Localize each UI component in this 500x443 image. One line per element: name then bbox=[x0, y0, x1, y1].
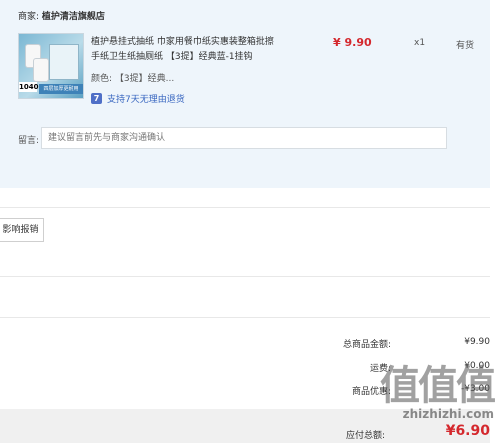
payable-amount: ¥6.90 bbox=[445, 423, 490, 439]
thumb-badge: 1040 bbox=[19, 82, 39, 92]
total-goods-label: 总商品金额: bbox=[342, 340, 391, 350]
tissue-roll-image bbox=[33, 58, 49, 82]
product-price: ¥ 9.90 bbox=[333, 36, 372, 49]
thumb-caption: 四层加厚更耐用 bbox=[39, 84, 83, 94]
site-watermark: 值值值 zhizhizhi.com bbox=[380, 363, 496, 421]
divider bbox=[0, 207, 490, 208]
return-policy-text: 支持7天无理由退货 bbox=[107, 95, 185, 105]
product-thumbnail[interactable]: 1040 四层加厚更耐用 bbox=[18, 33, 84, 99]
product-quantity: x1 bbox=[414, 38, 426, 48]
order-panel: 商家: 植护清洁旗舰店 1040 四层加厚更耐用 植护悬挂式抽纸 巾家用餐巾纸实… bbox=[0, 0, 490, 188]
product-spec: 颜色: 【3提】经典... bbox=[91, 74, 175, 84]
watermark-glyphs: 值值值 bbox=[380, 363, 496, 409]
return-policy[interactable]: 7 支持7天无理由退货 bbox=[91, 92, 185, 105]
total-goods-value: ¥9.90 bbox=[464, 337, 490, 347]
shop-name[interactable]: 植护清洁旗舰店 bbox=[42, 12, 105, 22]
message-input[interactable] bbox=[41, 127, 447, 149]
return-policy-icon: 7 bbox=[91, 93, 102, 104]
payable-label: 应付总额: bbox=[346, 431, 386, 441]
watermark-site: zhizhizhi.com bbox=[402, 407, 494, 421]
message-label: 留言: bbox=[18, 136, 40, 146]
divider bbox=[0, 317, 490, 318]
apply-reimbursement-button[interactable]: 影响报销 bbox=[0, 218, 44, 242]
tissue-box-image bbox=[49, 44, 79, 80]
divider bbox=[0, 276, 490, 277]
shop-info: 商家: 植护清洁旗舰店 bbox=[18, 9, 105, 22]
stock-status: 有货 bbox=[456, 41, 475, 51]
product-title[interactable]: 植护悬挂式抽纸 巾家用餐巾纸实惠装整箱批擦手纸卫生纸抽厕纸 【3提】经典蓝-1挂… bbox=[91, 35, 276, 65]
shop-label: 商家: bbox=[18, 12, 40, 22]
